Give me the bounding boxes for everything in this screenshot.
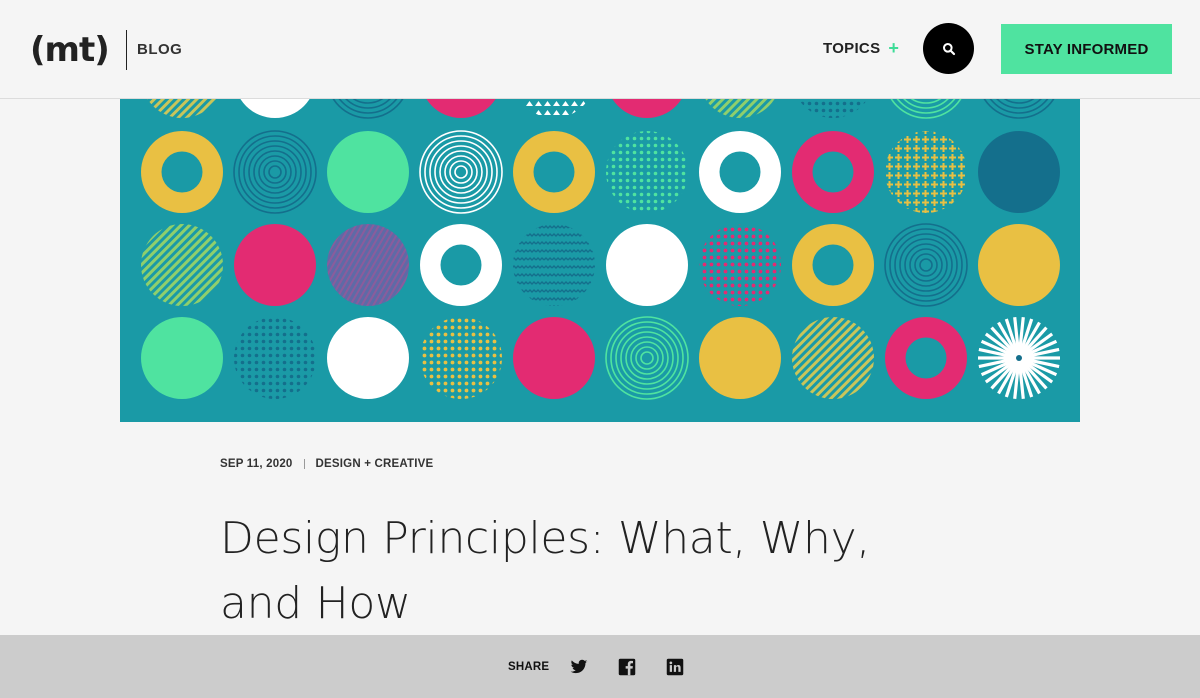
article-title: Design Principles: What, Why, and How <box>220 513 871 629</box>
hero-pattern-circle <box>234 317 316 399</box>
hero-pattern-circle <box>513 224 595 306</box>
share-label: SHARE <box>508 661 550 673</box>
meta-divider <box>303 459 305 469</box>
hero-pattern-circle <box>141 224 223 306</box>
logo-mark: (mt) <box>30 30 110 70</box>
share-bar: SHARE <box>0 635 1200 698</box>
hero-pattern-illustration <box>120 72 1080 422</box>
facebook-icon[interactable] <box>618 658 636 676</box>
topics-menu[interactable]: TOPICS + <box>823 39 899 57</box>
hero-pattern-circle <box>327 131 409 213</box>
blog-label: BLOG <box>137 41 183 58</box>
linkedin-icon[interactable] <box>666 658 684 676</box>
hero-pattern-circle <box>513 131 595 213</box>
hero-pattern-circle <box>699 317 781 399</box>
hero-pattern-circle <box>513 317 595 399</box>
article-date: SEP 11, 2020 <box>220 458 293 470</box>
hero-pattern-circle <box>327 317 409 399</box>
article-meta: SEP 11, 2020 DESIGN + CREATIVE <box>220 458 433 470</box>
hero-pattern-circle <box>420 317 502 399</box>
hero-pattern-circle <box>699 224 781 306</box>
hero-pattern-circle <box>885 317 967 399</box>
hero-pattern-circle <box>606 224 688 306</box>
hero-pattern-circle <box>420 224 502 306</box>
hero-pattern-circle <box>606 131 688 213</box>
twitter-icon[interactable] <box>570 658 588 676</box>
search-button[interactable] <box>923 23 974 74</box>
hero-pattern-circle <box>885 131 967 213</box>
site-logo[interactable]: (mt) BLOG <box>30 30 182 70</box>
hero-pattern-circle <box>792 224 874 306</box>
hero-pattern-circle <box>978 131 1060 213</box>
topics-label: TOPICS <box>823 39 881 57</box>
hero-pattern-circle <box>792 317 874 399</box>
plus-icon: + <box>888 38 899 58</box>
hero-pattern-circle <box>141 131 223 213</box>
hero-pattern-circle <box>792 131 874 213</box>
hero-pattern-circle <box>699 131 781 213</box>
hero-pattern-circle <box>141 317 223 399</box>
hero-pattern-circle <box>978 224 1060 306</box>
hero-pattern-circle <box>978 317 1060 399</box>
hero-pattern-circle <box>234 224 316 306</box>
search-icon <box>942 42 955 55</box>
stay-informed-button[interactable]: STAY INFORMED <box>1001 24 1172 74</box>
article-category[interactable]: DESIGN + CREATIVE <box>316 458 434 470</box>
logo-divider <box>126 30 127 70</box>
site-header: (mt) BLOG TOPICS + STAY INFORMED <box>0 0 1200 99</box>
hero-pattern-circle <box>327 224 409 306</box>
hero-image <box>120 72 1080 422</box>
